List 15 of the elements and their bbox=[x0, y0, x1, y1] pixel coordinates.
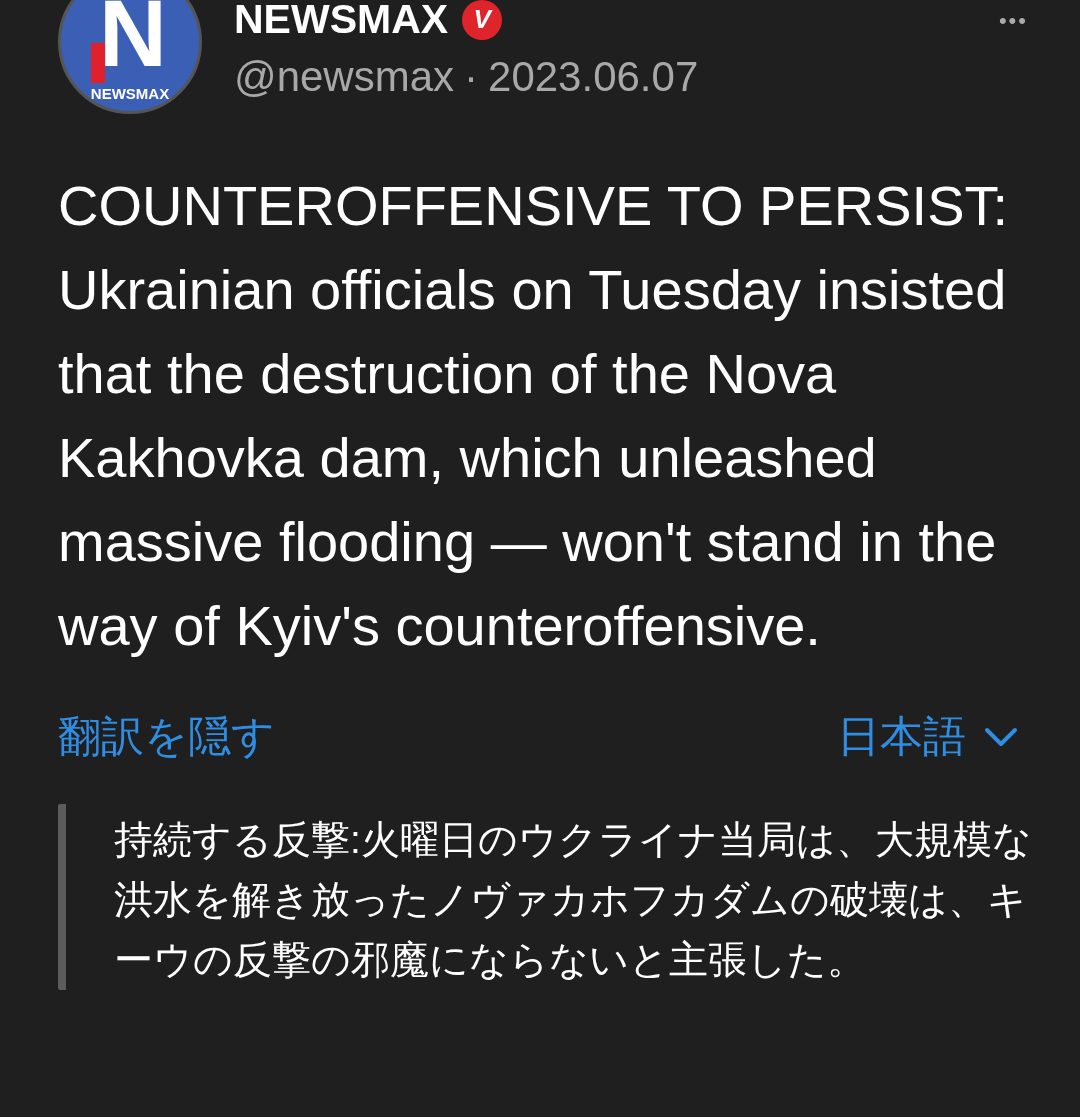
account-name[interactable]: NEWSMAX bbox=[234, 0, 449, 43]
logo-letter: N bbox=[99, 0, 167, 81]
more-button[interactable]: ••• bbox=[998, 8, 1028, 34]
account-handle[interactable]: @newsmax bbox=[234, 53, 455, 101]
logo-label: NEWSMAX bbox=[89, 85, 171, 102]
post-text: COUNTEROFFENSIVE TO PERSIST: Ukrainian officials on Tuesday insisted that the destruction of the Nova Kakhovka dam, which unleashed massive flooding — won't stand in the way of Kyiv's counteroffensive. bbox=[58, 173, 1010, 659]
avatar[interactable]: N NEWSMAX bbox=[58, 0, 202, 114]
logo-accent bbox=[91, 43, 105, 83]
separator: · bbox=[464, 53, 479, 101]
translated-text: 持続する反撃:火曜日のウクライナ当局は、大規模な洪水を解き放ったノヴァカホフカダムの破壊は、キーウの反撃の邪魔にならないと主張した。 bbox=[114, 817, 1033, 983]
verified-badge: V bbox=[462, 0, 503, 40]
post-date: 2023.06.07 bbox=[488, 53, 699, 101]
hide-translation-link[interactable]: 翻訳を隠す bbox=[58, 708, 275, 766]
chevron-down-icon[interactable] bbox=[984, 727, 1018, 747]
language-link[interactable]: 日本語 bbox=[837, 708, 966, 766]
